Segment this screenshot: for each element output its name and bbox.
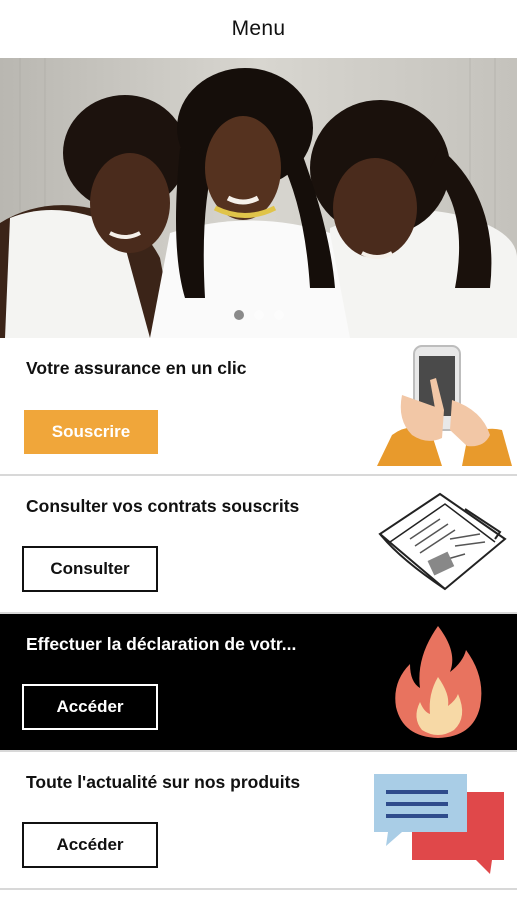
card-title: Consulter vos contrats souscrits [26, 496, 300, 516]
newspaper-icon [378, 492, 507, 591]
card-subscribe: Votre assurance en un clic Souscrire [0, 338, 517, 476]
consult-button[interactable]: Consulter [22, 546, 158, 592]
card-title: Effectuer la déclaration de votr... [26, 634, 297, 654]
carousel-indicator[interactable] [0, 310, 517, 320]
hero-photo [0, 58, 517, 338]
card-news: Toute l'actualité sur nos produits Accéd… [0, 752, 517, 890]
carousel-dot[interactable] [233, 310, 244, 320]
carousel-dot[interactable] [253, 310, 264, 320]
hand-phone-icon [377, 345, 512, 466]
carousel-dot[interactable] [273, 310, 284, 320]
app-header: Menu [0, 0, 517, 58]
card-contracts: Consulter vos contrats souscrits Consult… [0, 476, 517, 614]
card-title: Votre assurance en un clic [26, 358, 247, 378]
chat-bubbles-icon [374, 774, 504, 874]
access-news-button[interactable]: Accéder [22, 822, 158, 868]
card-declaration: Effectuer la déclaration de votr... Accé… [0, 614, 517, 752]
page-title: Menu [231, 17, 286, 40]
access-declaration-button[interactable]: Accéder [22, 684, 158, 730]
fire-icon [395, 626, 482, 738]
subscribe-button[interactable]: Souscrire [24, 410, 158, 454]
card-title: Toute l'actualité sur nos produits [26, 772, 301, 792]
hero-carousel[interactable] [0, 58, 517, 338]
